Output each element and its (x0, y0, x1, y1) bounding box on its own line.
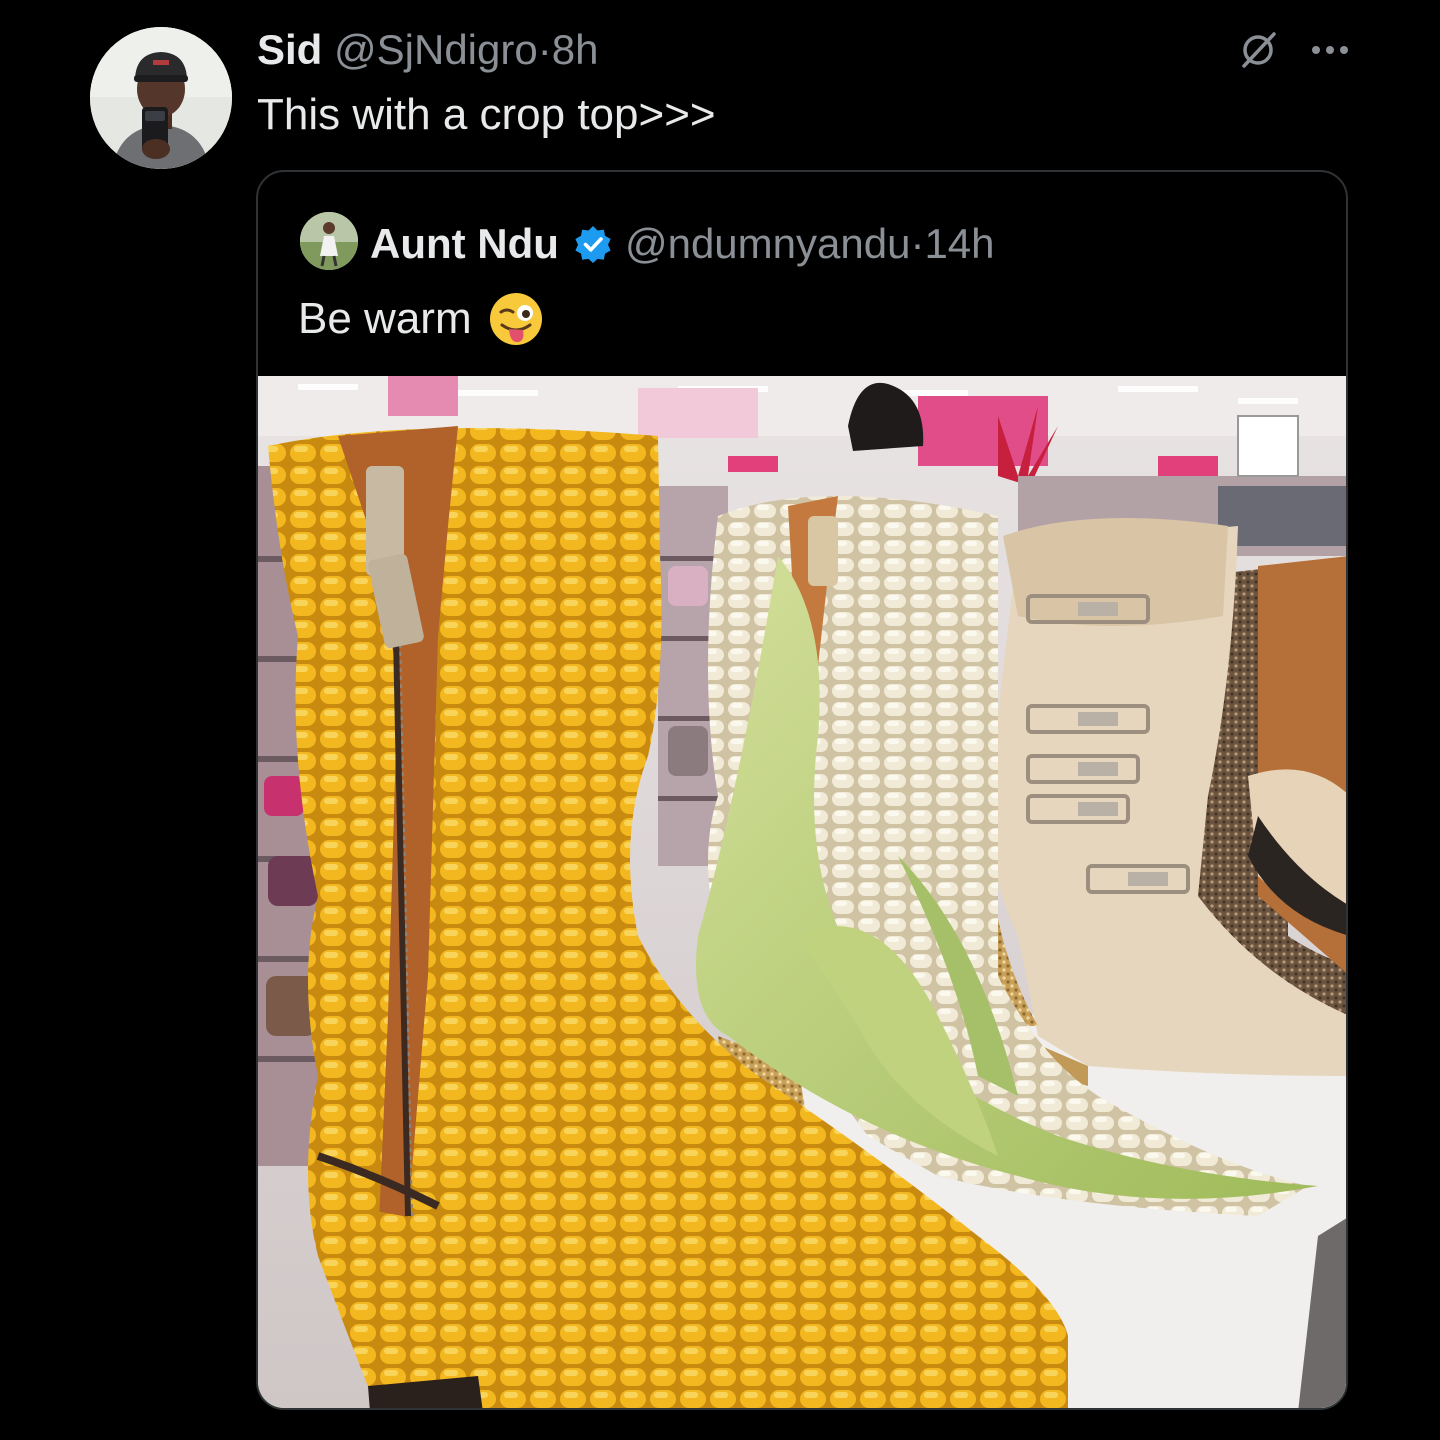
photo-corn-cob-boots-in-shoe-store-icon (258, 376, 1346, 1408)
quoted-tweet[interactable]: Aunt Ndu @ndumnyandu · 14h Be warm (256, 170, 1348, 1410)
quoted-tweet-text-row: Be warm (298, 290, 544, 348)
grok-button[interactable] (1236, 28, 1280, 72)
more-options-button[interactable] (1310, 44, 1350, 56)
quoted-tweet-text: Be warm (298, 294, 472, 343)
quoted-author-handle[interactable]: @ndumnyandu (625, 216, 911, 272)
quoted-separator-dot: · (910, 220, 925, 267)
tweet-top-actions (1236, 28, 1350, 72)
tweet-header: Sid @SjNdigro·8h (257, 22, 598, 78)
verified-badge-icon[interactable] (573, 224, 613, 264)
more-options-icon (1312, 46, 1348, 54)
quoted-user-avatar-icon (300, 212, 358, 270)
quoted-author-name[interactable]: Aunt Ndu (370, 216, 559, 272)
user-avatar-photo-icon (90, 27, 232, 169)
quoted-author-avatar[interactable] (300, 212, 358, 270)
author-handle[interactable]: @SjNdigro (334, 26, 538, 73)
tweet[interactable]: Sid @SjNdigro·8h This with a crop top>>> (0, 0, 1440, 1440)
quoted-tweet-time[interactable]: 14h (924, 216, 994, 272)
tweet-text: This with a crop top>>> (257, 90, 716, 139)
author-avatar[interactable] (90, 27, 232, 169)
quoted-tweet-header: Aunt Ndu @ndumnyandu · 14h (370, 216, 995, 272)
grok-icon (1242, 32, 1276, 68)
quoted-tweet-photo[interactable] (258, 376, 1346, 1408)
author-name[interactable]: Sid (257, 26, 322, 73)
separator-dot: · (537, 26, 552, 73)
winking-face-with-tongue-emoji-icon (488, 291, 544, 347)
tweet-time[interactable]: 8h (552, 26, 599, 73)
